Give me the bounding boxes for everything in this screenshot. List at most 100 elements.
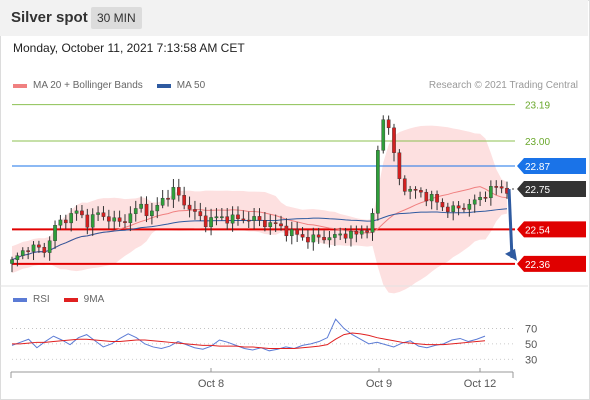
candle-body — [316, 234, 321, 238]
candle-body — [300, 234, 305, 238]
candle-body — [166, 197, 170, 200]
candle-body — [160, 197, 165, 206]
candle-body — [58, 219, 63, 226]
candle-body — [139, 203, 143, 209]
candle-body — [74, 210, 79, 214]
candle-body — [333, 234, 337, 238]
level-label-4: 22.54 — [525, 225, 550, 236]
candle-body — [284, 225, 289, 237]
candle-body — [424, 191, 429, 202]
candle-body — [273, 222, 278, 224]
candle-body — [31, 244, 36, 252]
candle-body — [96, 212, 100, 215]
candle-body — [419, 190, 423, 193]
candle-body — [144, 203, 149, 217]
candle-body — [408, 188, 412, 192]
candle-body — [257, 216, 262, 221]
x-tick-label: Oct 8 — [198, 378, 224, 390]
candle-body — [268, 222, 273, 228]
candle-body — [359, 230, 364, 235]
candle — [386, 115, 391, 135]
level-label-2: 22.87 — [525, 162, 550, 173]
candle-body — [236, 214, 240, 220]
candle-body — [456, 205, 461, 209]
price-chart[interactable]: 23.19 23.00 22.87 22.75 22.54 22.36 70 50 30 Oct … — [0, 0, 590, 400]
level-label-5: 22.36 — [525, 260, 550, 271]
candle — [160, 190, 165, 209]
level-label-1: 23.00 — [525, 137, 550, 148]
candle-body — [289, 229, 294, 237]
candle-body — [327, 237, 332, 241]
x-tick-label: Oct 9 — [366, 378, 392, 390]
candle-body — [462, 207, 466, 210]
candle-body — [90, 214, 95, 228]
candle-body — [295, 229, 299, 235]
candle-body — [435, 194, 439, 203]
candle-body — [53, 225, 57, 241]
candle-body — [80, 210, 84, 216]
candle-body — [187, 204, 192, 210]
candle-body — [69, 213, 74, 224]
candle-body — [214, 216, 219, 219]
candle-body — [107, 216, 111, 222]
candle-body — [112, 217, 117, 222]
candle-body — [117, 217, 122, 222]
candle-body — [128, 213, 133, 223]
candle-body — [10, 259, 14, 264]
candle-body — [489, 186, 493, 199]
candle-body — [85, 214, 90, 228]
candle-body — [26, 250, 30, 252]
candle-body — [397, 152, 402, 179]
candle-body — [198, 211, 203, 217]
rsi-tick-label: 70 — [525, 323, 537, 335]
candle-body — [101, 212, 106, 217]
candle-body — [499, 186, 504, 189]
level-label-0: 23.19 — [525, 101, 550, 112]
rsi-series-9ma — [12, 332, 486, 349]
candle-body — [203, 215, 208, 228]
candle-body — [171, 187, 176, 200]
candle-body — [472, 199, 477, 205]
rsi-series-rsi — [11, 318, 486, 352]
candle-body — [349, 230, 353, 239]
candle-body — [338, 233, 343, 236]
candle-body — [37, 244, 41, 248]
candle-body — [365, 230, 369, 233]
candle-body — [467, 203, 472, 210]
candle-body — [263, 220, 267, 228]
candle — [376, 145, 380, 221]
candle-body — [150, 210, 154, 217]
candle-body — [478, 197, 482, 201]
rsi-tick-label: 30 — [525, 354, 537, 366]
candle-body — [15, 255, 20, 260]
candle-body — [370, 213, 375, 233]
candle-body — [176, 187, 181, 196]
candle-body — [252, 216, 256, 221]
candle-body — [209, 217, 213, 228]
candle-body — [386, 119, 391, 129]
candle-body — [193, 209, 197, 212]
candle-body — [413, 188, 418, 191]
candle-body — [20, 250, 25, 256]
candle-body — [429, 194, 434, 202]
candle-body — [376, 150, 380, 214]
level-label-3: 22.75 — [525, 185, 550, 196]
candle-body — [483, 197, 488, 199]
candle-body — [392, 127, 396, 153]
candle-body — [155, 205, 160, 212]
candle-body — [133, 208, 138, 214]
x-tick-label: Oct 12 — [464, 378, 496, 390]
candle-body — [306, 236, 310, 243]
candle-body — [230, 214, 235, 224]
candle-body — [220, 216, 224, 219]
candle-body — [445, 206, 450, 212]
candle-body — [440, 202, 445, 208]
candle-body — [42, 247, 47, 253]
forecast-arrow-line — [507, 188, 514, 258]
candle-body — [322, 236, 326, 241]
candle-body — [402, 178, 407, 192]
candle-body — [123, 221, 127, 223]
candle-body — [225, 216, 230, 224]
candle-body — [311, 234, 316, 243]
candle-body — [246, 219, 251, 222]
